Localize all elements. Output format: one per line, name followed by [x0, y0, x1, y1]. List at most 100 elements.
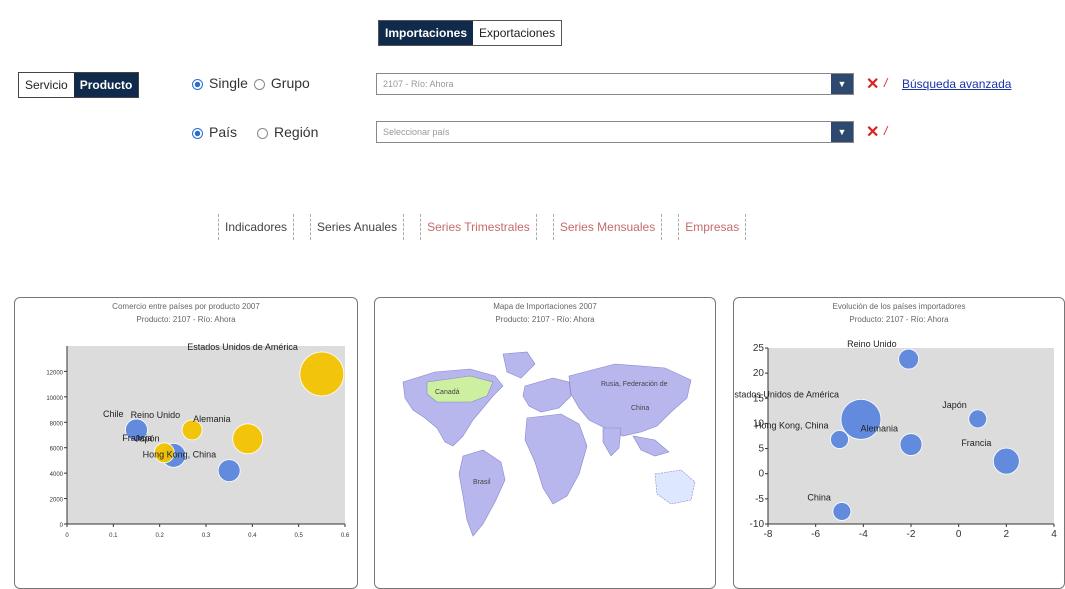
- bubble-point[interactable]: [217, 459, 241, 483]
- map-label-canada: Canadá: [435, 389, 460, 396]
- x-tick-label: -6: [811, 529, 820, 540]
- product-select[interactable]: 2107 - Río: Ahora ▼: [376, 73, 854, 95]
- point-label: Alemania: [860, 424, 898, 434]
- x-tick-label: 0.5: [294, 533, 303, 539]
- x-tick-label: 0.1: [109, 533, 118, 539]
- bubble-point[interactable]: [832, 502, 852, 521]
- group-radio[interactable]: [253, 78, 265, 90]
- point-label: Estados Unidos de América: [734, 389, 839, 399]
- country-radio[interactable]: [192, 127, 203, 139]
- bubble-point[interactable]: [830, 430, 849, 449]
- map-europe: [522, 377, 572, 413]
- point-label: Francia: [122, 433, 152, 443]
- bubble-point[interactable]: [968, 409, 988, 429]
- y-tick-label: 8000: [50, 421, 64, 427]
- bubble-chart-panel: Comercio entre países por producto 2007 …: [14, 297, 358, 589]
- point-label: Reino Unido: [847, 339, 897, 349]
- y-tick-label: -5: [755, 494, 764, 505]
- country-label: País: [209, 124, 238, 140]
- map-label-brasil: Brasil: [473, 479, 491, 486]
- geo-radios: País Región: [192, 124, 318, 140]
- point-label: Estados Unidos de América: [187, 342, 298, 352]
- import-toggle-button[interactable]: Importaciones: [379, 21, 474, 45]
- grouping-radios: Single Grupo: [192, 75, 310, 91]
- tab-series-trimestrales[interactable]: Series Trimestrales: [420, 214, 537, 240]
- product-toggle-button[interactable]: Producto: [73, 73, 139, 97]
- product-select-value: 2107 - Río: Ahora: [383, 79, 454, 89]
- y-tick-label: -10: [750, 519, 765, 530]
- clear-icon[interactable]: ✕: [866, 122, 879, 142]
- map-asia: [568, 363, 692, 437]
- panel-title: Comercio entre países por producto 2007: [112, 302, 260, 311]
- y-tick-label: 2000: [50, 498, 64, 504]
- x-tick-label: 0.4: [248, 533, 257, 539]
- y-tick-label: 4000: [50, 472, 64, 478]
- x-tick-label: 0: [65, 533, 69, 539]
- y-tick-label: 5: [758, 444, 764, 455]
- map-label-russia: Rusia, Federación de: [601, 381, 668, 388]
- point-label: China: [807, 492, 831, 502]
- single-label: Single: [209, 75, 248, 91]
- panel-subtitle: Producto: 2107 - Río: Ahora: [849, 315, 949, 324]
- map-india: [602, 427, 622, 457]
- chevron-down-icon[interactable]: ▼: [831, 122, 853, 142]
- chevron-down-icon[interactable]: ▼: [831, 74, 853, 94]
- service-toggle-button[interactable]: Servicio: [19, 73, 74, 97]
- y-tick-label: 0: [758, 469, 764, 480]
- point-label: Japón: [942, 400, 967, 410]
- point-label: Reino Unido: [131, 410, 181, 420]
- country-select-placeholder: Seleccionar país: [383, 127, 450, 137]
- clear-icon[interactable]: ✕: [866, 74, 879, 94]
- edit-icon[interactable]: /: [884, 124, 887, 138]
- point-label: Hong Kong, China: [755, 421, 829, 431]
- tab-indicadores[interactable]: Indicadores: [218, 214, 295, 240]
- point-label: Alemania: [193, 414, 231, 424]
- y-tick-label: 25: [753, 343, 765, 354]
- flow-toggle: Importaciones Exportaciones: [378, 20, 563, 46]
- map-africa: [524, 413, 588, 505]
- nav-tabs: Indicadores Series Anuales Series Trimes…: [218, 214, 747, 240]
- x-tick-label: -4: [859, 529, 868, 540]
- bubble-point[interactable]: [992, 447, 1020, 475]
- y-tick-label: 12000: [46, 370, 63, 376]
- bubble-point[interactable]: [899, 433, 923, 456]
- evolution-chart-panel: Evolución de los países importadores Pro…: [733, 297, 1065, 589]
- edit-icon[interactable]: /: [884, 76, 887, 90]
- bubble-point[interactable]: [232, 423, 264, 455]
- tab-empresas[interactable]: Empresas: [678, 214, 747, 240]
- point-label: Francia: [961, 438, 991, 448]
- x-tick-label: 4: [1051, 529, 1057, 540]
- region-radio[interactable]: [257, 127, 269, 139]
- bubble-chart: 0 0.1 0.2 0.3 0.4 0.5 0.6 0 2000 4000 6000 8000 1000…: [46, 342, 350, 539]
- point-label: Chile: [103, 409, 124, 419]
- export-toggle-button[interactable]: Exportaciones: [473, 21, 561, 45]
- tab-series-mensuales[interactable]: Series Mensuales: [552, 214, 663, 240]
- y-tick-label: 6000: [50, 447, 64, 453]
- group-label: Grupo: [270, 75, 310, 91]
- x-tick-label: 2: [1004, 529, 1010, 540]
- y-tick-label: 0: [60, 523, 64, 529]
- evolution-chart: -8 -6 -4 -2 0 2 4-10-50510152025 Reino UnidoEst…: [734, 339, 1057, 540]
- world-map: Canadá Brasil Rusia, Federación de China: [402, 351, 696, 537]
- bubble-point[interactable]: [299, 351, 345, 397]
- x-tick-label: 0.3: [202, 533, 211, 539]
- panel-title: Mapa de Importaciones 2007: [493, 302, 597, 311]
- single-radio[interactable]: [192, 78, 203, 90]
- advanced-search-link[interactable]: Búsqueda avanzada: [902, 77, 1011, 91]
- x-tick-label: 0: [956, 529, 962, 540]
- bubble-point[interactable]: [898, 348, 920, 370]
- map-label-china: China: [631, 405, 649, 412]
- panel-subtitle: Producto: 2107 - Río: Ahora: [136, 315, 236, 324]
- x-tick-label: -8: [764, 529, 773, 540]
- tab-series-anuales[interactable]: Series Anuales: [310, 214, 405, 240]
- type-toggle: Servicio Producto: [18, 72, 140, 98]
- y-tick-label: 20: [753, 368, 765, 379]
- map-south-america: [458, 449, 506, 537]
- y-tick-label: 10000: [46, 396, 63, 402]
- region-label: Región: [274, 124, 319, 140]
- country-select[interactable]: Seleccionar país ▼: [376, 121, 854, 143]
- panel-title: Evolución de los países importadores: [832, 302, 966, 311]
- x-tick-label: -2: [907, 529, 916, 540]
- map-panel: Mapa de Importaciones 2007 Producto: 210…: [374, 297, 716, 589]
- map-australia: [654, 469, 696, 505]
